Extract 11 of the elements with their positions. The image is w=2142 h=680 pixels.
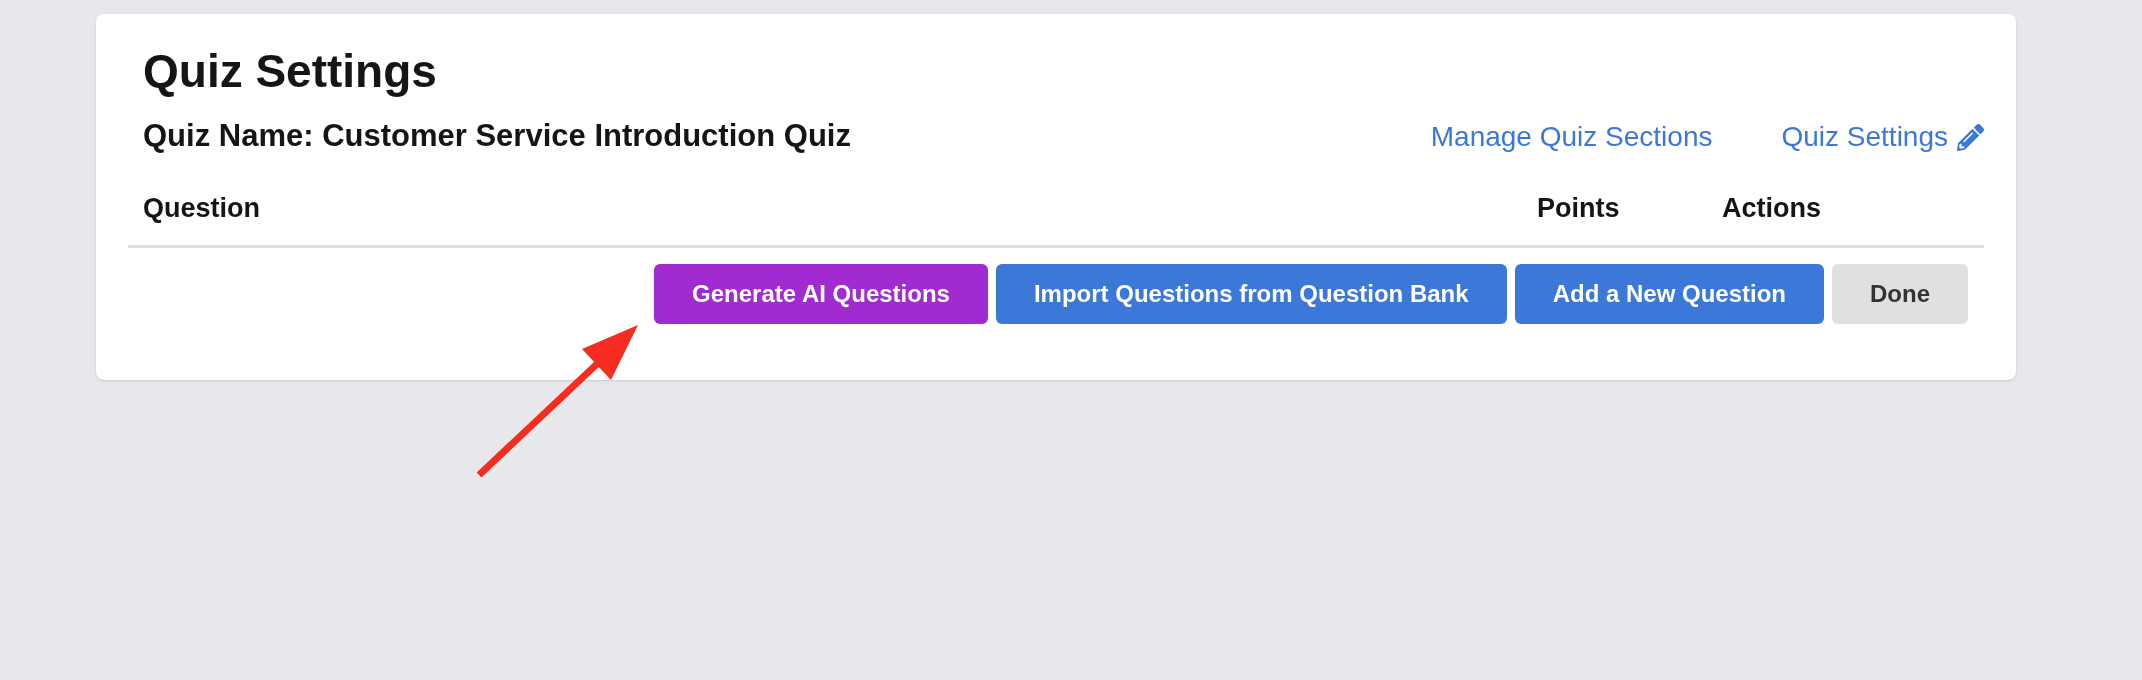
column-header: Question — [143, 193, 260, 223]
action-button[interactable]: Import Questions from Question Bank — [995, 264, 1507, 324]
column-header: Points — [1537, 193, 1620, 223]
column-header: Actions — [1722, 193, 1821, 223]
action-button[interactable]: Add a New Question — [1514, 264, 1824, 324]
generate-button[interactable]: Generate AI Questions — [654, 264, 988, 324]
manage-sections-link[interactable]: Manage Quiz Sections — [1430, 123, 1713, 151]
done-button[interactable]: Done — [1832, 264, 1968, 324]
quiz-name: Quiz Name: Customer Service Introduction Quiz — [143, 120, 851, 151]
pencil-icon — [1957, 123, 1984, 151]
quiz-settings-link[interactable]: Quiz Settings — [1781, 123, 1984, 151]
